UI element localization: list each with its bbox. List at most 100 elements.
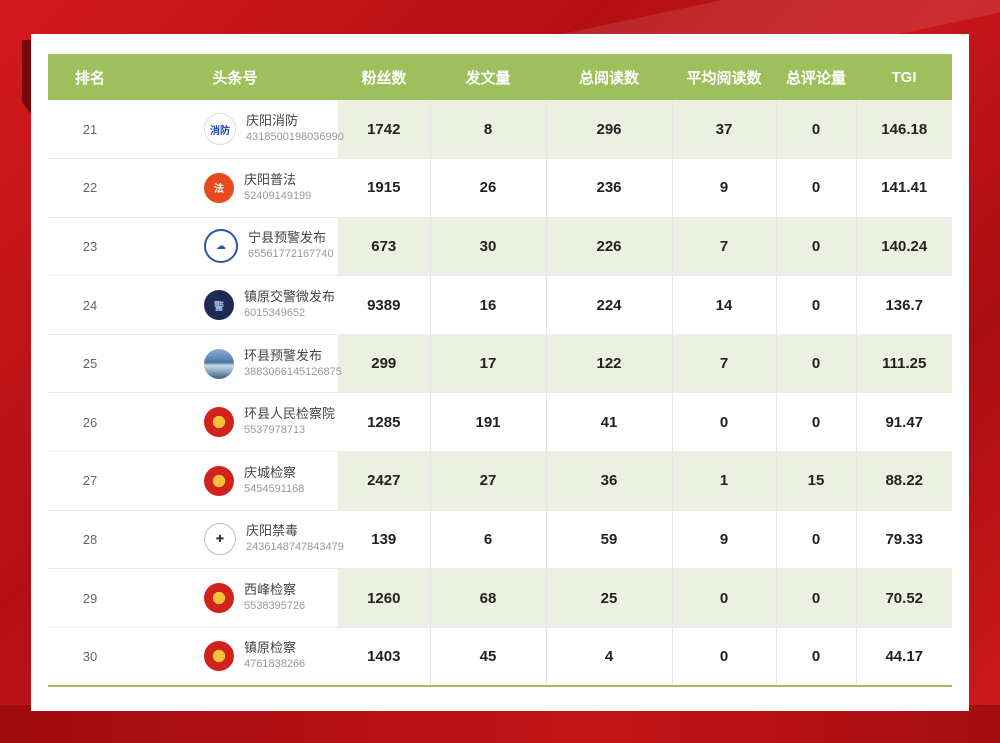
rank-cell: 21 xyxy=(48,100,132,160)
avg-reads-cell: 7 xyxy=(672,334,777,394)
tgi-cell: 141.41 xyxy=(856,158,952,218)
account-id: 5538395726 xyxy=(244,600,306,613)
table-row: 24 警镇原交警微发布 6015349652 9389 16 224 14 0 136.7 xyxy=(48,275,952,335)
account-id: 65561772167740 xyxy=(248,248,334,261)
avg-reads-cell: 7 xyxy=(672,217,777,277)
fans-cell: 673 xyxy=(338,217,431,277)
comments-cell: 15 xyxy=(776,451,857,511)
account-name[interactable]: 西峰检察 xyxy=(244,581,305,598)
total-reads-cell: 41 xyxy=(546,392,673,453)
account-name[interactable]: 庆阳消防 xyxy=(246,112,344,129)
total-reads-cell: 36 xyxy=(546,451,673,511)
avg-reads-cell: 9 xyxy=(672,158,777,218)
account-name[interactable]: 庆阳禁毒 xyxy=(246,522,344,539)
account-id: 5454591168 xyxy=(244,482,305,495)
account-cell: ☁ 宁县预警发布 65561772167740 xyxy=(132,217,338,277)
account-name[interactable]: 宁县预警发布 xyxy=(248,229,334,246)
header-rank: 排名 xyxy=(74,69,105,87)
total-reads-cell: 122 xyxy=(546,334,673,394)
total-reads-cell: 25 xyxy=(546,568,673,628)
avg-reads-cell: 9 xyxy=(672,510,777,570)
account-name[interactable]: 镇原检察 xyxy=(244,639,305,656)
account-name[interactable]: 庆城检察 xyxy=(244,464,304,481)
tgi-cell: 44.17 xyxy=(856,627,952,687)
posts-cell: 26 xyxy=(430,158,547,218)
procuratorate-emblem-icon: ★ xyxy=(204,583,234,614)
fire-dept-logo-icon: 消防 xyxy=(204,113,236,146)
tgi-cell: 88.22 xyxy=(856,451,952,511)
comments-cell: 0 xyxy=(776,627,857,687)
rank-cell: 27 xyxy=(48,451,132,511)
tgi-cell: 146.18 xyxy=(856,100,952,160)
comments-cell: 0 xyxy=(776,392,857,453)
total-reads-cell: 296 xyxy=(546,100,673,160)
total-reads-cell: 226 xyxy=(546,217,673,277)
rank-cell: 22 xyxy=(48,158,132,218)
rank-cell: 24 xyxy=(48,275,132,335)
avg-reads-cell: 0 xyxy=(672,627,777,687)
avg-reads-cell: 1 xyxy=(672,451,777,511)
comments-cell: 0 xyxy=(776,100,857,160)
table-row: 23 ☁ 宁县预警发布 65561772167740 673 30 226 7 0 140.24 xyxy=(48,217,952,277)
account-name[interactable]: 环县预警发布 xyxy=(244,347,342,364)
account-cell: ✚ 庆阳禁毒 2436148747843479 xyxy=(132,510,344,570)
weather-logo-icon: ☁ xyxy=(204,229,238,264)
account-name[interactable]: 环县人民检察院 xyxy=(244,405,335,422)
avg-reads-cell: 0 xyxy=(672,392,777,453)
posts-cell: 45 xyxy=(430,627,547,687)
rank-cell: 26 xyxy=(48,392,132,453)
account-cell: ★ 西峰检察 5538395726 xyxy=(132,568,338,628)
total-reads-cell: 4 xyxy=(546,627,673,687)
sky-photo-icon xyxy=(204,348,234,379)
fans-cell: 1403 xyxy=(338,627,431,687)
account-cell: ★ 环县人民检察院 5537978713 xyxy=(132,392,338,453)
fans-cell: 1285 xyxy=(338,392,431,453)
table-row: 29 ★ 西峰检察 5538395726 1260 68 25 0 0 70.52 xyxy=(48,568,952,628)
posts-cell: 6 xyxy=(430,510,547,570)
header-fans: 粉丝数 xyxy=(361,69,407,87)
tgi-cell: 70.52 xyxy=(856,568,952,628)
account-id: 3883066145126875 xyxy=(244,365,342,378)
total-reads-cell: 59 xyxy=(546,510,673,570)
rank-cell: 23 xyxy=(48,217,132,277)
comments-cell: 0 xyxy=(776,510,857,570)
anti-drug-logo-icon: ✚ xyxy=(204,523,236,556)
tgi-cell: 111.25 xyxy=(856,334,952,394)
total-reads-cell: 236 xyxy=(546,158,673,218)
account-id: 52409149199 xyxy=(244,189,312,202)
comments-cell: 0 xyxy=(776,158,857,218)
table-row: 22 法庆阳普法 52409149199 1915 26 236 9 0 141.41 xyxy=(48,158,952,218)
fans-cell: 1260 xyxy=(338,568,431,628)
account-name[interactable]: 庆阳普法 xyxy=(244,171,311,188)
fans-cell: 1742 xyxy=(338,100,431,160)
account-cell: 消防 庆阳消防 4318500198036990 xyxy=(132,100,344,160)
rank-cell: 30 xyxy=(48,627,132,687)
posts-cell: 30 xyxy=(430,217,547,277)
header-posts: 发文量 xyxy=(465,69,511,87)
tgi-cell: 91.47 xyxy=(856,392,952,453)
rank-cell: 25 xyxy=(48,334,132,394)
avg-reads-cell: 14 xyxy=(672,275,777,335)
account-cell: 警镇原交警微发布 6015349652 xyxy=(132,275,338,335)
table-header-row: 排名 头条号 粉丝数 发文量 总阅读数 平均阅读数 总评论量 TGI xyxy=(48,54,952,100)
account-id: 6015349652 xyxy=(244,307,306,320)
posts-cell: 16 xyxy=(430,275,547,335)
posts-cell: 27 xyxy=(430,451,547,511)
account-id: 4761838266 xyxy=(244,658,306,671)
table-row: 27 ★ 庆城检察 5454591168 2427 27 36 1 15 88.22 xyxy=(48,451,952,511)
fans-cell: 139 xyxy=(338,510,431,570)
posts-cell: 8 xyxy=(430,100,547,160)
account-cell: ★ 镇原检察 4761838266 xyxy=(132,627,338,687)
fans-cell: 9389 xyxy=(338,275,431,335)
ranking-table: 排名 头条号 粉丝数 发文量 总阅读数 平均阅读数 总评论量 TGI 21 消防庆… xyxy=(48,54,952,687)
account-id: 4318500198036990 xyxy=(246,131,344,144)
avg-reads-cell: 37 xyxy=(672,100,777,160)
account-name[interactable]: 镇原交警微发布 xyxy=(244,288,335,305)
table-row: 21 消防 庆阳消防 4318500198036990 1742 8 296 37 0 146.1… xyxy=(48,100,952,160)
police-logo-icon: 警 xyxy=(204,290,234,321)
procuratorate-emblem-icon: ★ xyxy=(204,465,234,496)
header-total-reads: 总阅读数 xyxy=(578,69,639,87)
header-comments: 总评论量 xyxy=(785,69,846,87)
posts-cell: 17 xyxy=(430,334,547,394)
fans-cell: 2427 xyxy=(338,451,431,511)
